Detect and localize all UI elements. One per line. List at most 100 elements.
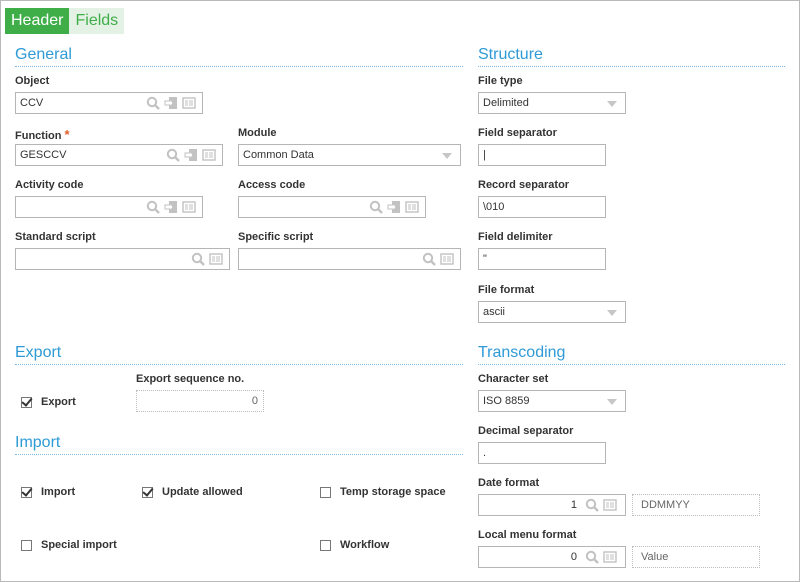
search-icon[interactable] [585, 498, 599, 512]
character-set-label: Character set [478, 373, 549, 385]
character-set-select[interactable]: ISO 8859 [478, 390, 626, 412]
special-import-label: Special import [41, 539, 117, 551]
field-separator-field[interactable]: | [478, 144, 606, 166]
date-format-field[interactable]: 1 [478, 494, 626, 516]
function-field[interactable]: GESCCV [15, 144, 223, 166]
chevron-down-icon [607, 310, 617, 316]
date-format-label: Date format [478, 477, 540, 489]
export-label: Export [41, 396, 76, 408]
detail-icon[interactable] [182, 200, 196, 214]
goto-icon[interactable] [387, 200, 401, 214]
record-separator-field[interactable]: \010 [478, 196, 606, 218]
section-title-structure: Structure [478, 46, 543, 63]
section-title-general: General [15, 46, 72, 63]
date-format-description-value: DDMMYY [641, 499, 690, 511]
temp-storage-label: Temp storage space [340, 486, 446, 498]
checkbox-unchecked-icon[interactable] [320, 539, 331, 551]
activity-code-field[interactable] [15, 196, 203, 218]
chevron-down-icon [607, 399, 617, 405]
specific-script-label: Specific script [238, 231, 314, 243]
detail-icon[interactable] [405, 200, 419, 214]
local-menu-format-description-value: Value [641, 551, 669, 563]
detail-icon[interactable] [603, 550, 617, 564]
checkbox-checked-icon[interactable] [21, 396, 32, 408]
temp-storage-checkbox[interactable]: Temp storage space [320, 486, 446, 498]
field-delimiter-field[interactable]: " [478, 248, 606, 270]
export-checkbox[interactable]: Export [21, 396, 76, 408]
import-checkbox[interactable]: Import [21, 486, 75, 498]
export-sequence-value: 0 [251, 395, 258, 407]
checkbox-checked-icon[interactable] [142, 486, 153, 498]
section-title-export: Export [15, 344, 62, 361]
update-allowed-label: Update allowed [162, 486, 243, 498]
detail-icon[interactable] [182, 96, 196, 110]
local-menu-format-description: Value [632, 546, 760, 568]
object-value: CCV [20, 97, 44, 109]
update-allowed-checkbox[interactable]: Update allowed [142, 486, 243, 498]
field-separator-value: | [483, 149, 486, 161]
file-format-select[interactable]: ascii [478, 301, 626, 323]
detail-icon[interactable] [603, 498, 617, 512]
access-code-field[interactable] [238, 196, 426, 218]
goto-icon[interactable] [164, 96, 178, 110]
workflow-label: Workflow [340, 539, 390, 551]
search-icon[interactable] [146, 96, 160, 110]
section-title-import: Import [15, 434, 61, 451]
function-label-text: Function [15, 130, 62, 142]
object-label: Object [15, 75, 50, 87]
date-format-value: 1 [570, 499, 577, 511]
search-icon[interactable] [191, 252, 205, 266]
field-delimiter-value: " [483, 253, 487, 265]
detail-icon[interactable] [209, 252, 223, 266]
section-divider [478, 66, 785, 67]
function-value: GESCCV [20, 149, 67, 161]
checkbox-checked-icon[interactable] [21, 486, 32, 498]
special-import-checkbox[interactable]: Special import [21, 539, 117, 551]
section-divider [15, 66, 463, 67]
checkbox-unchecked-icon[interactable] [21, 539, 32, 551]
search-icon[interactable] [585, 550, 599, 564]
tab-fields[interactable]: Fields [69, 8, 125, 34]
section-divider [478, 364, 785, 365]
record-separator-value: \010 [483, 201, 505, 213]
form-window: Header Fields General Object CCV Functio… [0, 0, 800, 582]
standard-script-field[interactable] [15, 248, 230, 270]
search-icon[interactable] [422, 252, 436, 266]
tab-header[interactable]: Header [5, 8, 70, 34]
date-format-description: DDMMYY [632, 494, 760, 516]
access-code-label: Access code [238, 179, 306, 191]
detail-icon[interactable] [440, 252, 454, 266]
import-label: Import [41, 486, 76, 498]
search-icon[interactable] [166, 148, 180, 162]
search-icon[interactable] [146, 200, 160, 214]
export-sequence-label: Export sequence no. [136, 373, 245, 385]
file-type-value: Delimited [483, 97, 529, 109]
workflow-checkbox[interactable]: Workflow [320, 539, 389, 551]
goto-icon[interactable] [184, 148, 198, 162]
local-menu-format-field[interactable]: 0 [478, 546, 626, 568]
file-type-label: File type [478, 75, 523, 87]
checkbox-unchecked-icon[interactable] [320, 486, 331, 498]
activity-code-label: Activity code [15, 179, 84, 191]
decimal-separator-value: . [483, 447, 487, 459]
field-delimiter-label: Field delimiter [478, 231, 553, 243]
chevron-down-icon [607, 101, 617, 107]
section-divider [15, 364, 463, 365]
detail-icon[interactable] [202, 148, 216, 162]
decimal-separator-label: Decimal separator [478, 425, 574, 437]
specific-script-field[interactable] [238, 248, 461, 270]
export-sequence-field: 0 [136, 390, 264, 412]
object-field[interactable]: CCV [15, 92, 203, 114]
module-select[interactable]: Common Data [238, 144, 461, 166]
standard-script-label: Standard script [15, 231, 96, 243]
local-menu-format-label: Local menu format [478, 529, 577, 541]
section-divider [15, 454, 463, 455]
module-value: Common Data [243, 149, 314, 161]
search-icon[interactable] [369, 200, 383, 214]
character-set-value: ISO 8859 [483, 395, 530, 407]
record-separator-label: Record separator [478, 179, 570, 191]
decimal-separator-field[interactable]: . [478, 442, 606, 464]
module-label: Module [238, 127, 277, 139]
file-type-select[interactable]: Delimited [478, 92, 626, 114]
goto-icon[interactable] [164, 200, 178, 214]
